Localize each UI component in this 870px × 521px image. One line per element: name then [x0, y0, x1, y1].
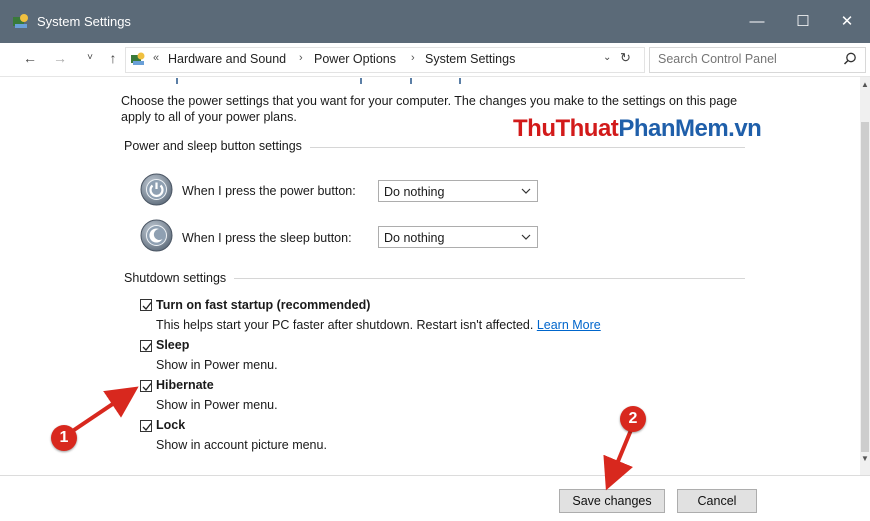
chevron-down-icon: [521, 234, 531, 240]
power-button-icon: [140, 173, 173, 206]
breadcrumb-separator[interactable]: ›: [411, 52, 415, 64]
refresh-icon[interactable]: ↻: [620, 50, 631, 66]
sleep-label[interactable]: Sleep: [156, 338, 189, 352]
breadcrumb-hardware-and-sound[interactable]: Hardware and Sound: [168, 52, 286, 66]
lock-checkbox[interactable]: [140, 420, 152, 432]
watermark-part1: ThuThuat: [513, 115, 619, 142]
close-button[interactable]: ✕: [824, 0, 870, 43]
address-bar: ← → ˅ ↑ « Hardware and Sound › Power Opt…: [0, 43, 870, 77]
title-bar: System Settings — ☐ ✕: [0, 0, 870, 43]
breadcrumb-separator[interactable]: ›: [299, 52, 303, 64]
search-icon[interactable]: [842, 51, 858, 67]
scroll-down-icon[interactable]: ▼: [861, 454, 869, 463]
chevron-down-icon: [521, 188, 531, 194]
watermark-logo: ThuThuatPhanMem.vn: [513, 115, 762, 143]
back-arrow-icon[interactable]: ←: [20, 50, 40, 68]
checkmark-icon: [142, 343, 152, 351]
divider-tick: [176, 78, 178, 84]
checkmark-icon: [142, 423, 152, 431]
address-dropdown-icon[interactable]: ⌄: [603, 52, 611, 63]
fast-startup-checkbox[interactable]: [140, 299, 152, 311]
sleep-button-select[interactable]: Do nothing: [378, 226, 538, 248]
sleep-button-label: When I press the sleep button:: [182, 231, 352, 245]
fast-startup-desc: This helps start your PC faster after sh…: [156, 318, 601, 332]
breadcrumb-system-settings[interactable]: System Settings: [425, 52, 515, 66]
save-changes-button[interactable]: Save changes: [559, 489, 665, 513]
power-section-title: Power and sleep button settings: [124, 139, 310, 153]
annotation-badge-1: 1: [51, 425, 77, 451]
hibernate-checkbox[interactable]: [140, 380, 152, 392]
lock-label[interactable]: Lock: [156, 418, 185, 432]
control-panel-icon: [131, 52, 145, 65]
lock-desc: Show in account picture menu.: [156, 438, 327, 452]
checkmark-icon: [142, 302, 152, 310]
hibernate-desc: Show in Power menu.: [156, 398, 278, 412]
breadcrumb-overflow[interactable]: «: [153, 52, 159, 64]
power-button-label: When I press the power button:: [182, 184, 356, 198]
checkmark-icon: [142, 383, 152, 391]
power-button-select[interactable]: Do nothing: [378, 180, 538, 202]
forward-arrow-icon[interactable]: →: [50, 50, 70, 68]
search-input[interactable]: [658, 48, 828, 70]
power-button-select-value: Do nothing: [384, 185, 445, 199]
recent-locations-icon[interactable]: ˅: [80, 52, 100, 70]
scroll-up-icon[interactable]: ▲: [861, 80, 869, 89]
annotation-badge-2: 2: [620, 406, 646, 432]
scrollbar-thumb[interactable]: [861, 122, 869, 452]
learn-more-link[interactable]: Learn More: [537, 318, 601, 332]
window-title: System Settings: [37, 14, 131, 29]
divider-tick: [360, 78, 362, 84]
divider-tick: [410, 78, 412, 84]
search-box[interactable]: [649, 47, 866, 73]
divider-tick: [459, 78, 461, 84]
settings-content: Choose the power settings that you want …: [0, 77, 870, 475]
cancel-button[interactable]: Cancel: [677, 489, 757, 513]
hibernate-label[interactable]: Hibernate: [156, 378, 214, 392]
minimize-button[interactable]: —: [734, 0, 780, 43]
watermark-part2: PhanMem.vn: [618, 115, 762, 142]
shutdown-section-title: Shutdown settings: [124, 271, 235, 285]
sleep-desc: Show in Power menu.: [156, 358, 278, 372]
breadcrumb-power-options[interactable]: Power Options: [314, 52, 396, 66]
sleep-button-select-value: Do nothing: [384, 231, 445, 245]
sleep-button-icon: [140, 219, 173, 252]
up-arrow-icon[interactable]: ↑: [103, 50, 123, 68]
maximize-button[interactable]: ☐: [780, 0, 826, 43]
control-panel-icon: [13, 14, 28, 28]
footer-bar: Save changes Cancel: [0, 475, 870, 521]
fast-startup-label[interactable]: Turn on fast startup (recommended): [156, 298, 370, 312]
fast-startup-desc-text: This helps start your PC faster after sh…: [156, 318, 537, 332]
sleep-checkbox[interactable]: [140, 340, 152, 352]
